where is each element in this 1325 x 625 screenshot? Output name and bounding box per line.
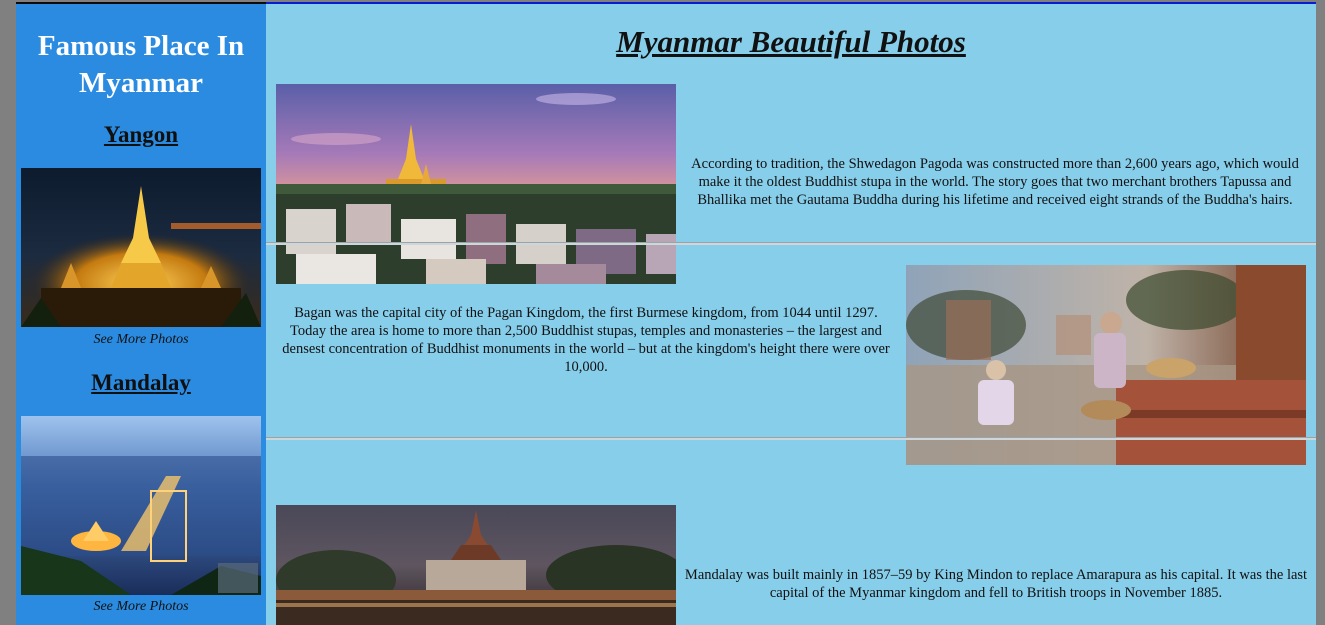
yangon-photo[interactable] bbox=[21, 168, 261, 327]
city-heading-yangon[interactable]: Yangon bbox=[16, 122, 266, 148]
mandalay-palace-photo bbox=[276, 505, 676, 625]
sidebar: Famous Place In Myanmar Yangon See More … bbox=[16, 4, 266, 625]
city-heading-mandalay[interactable]: Mandalay bbox=[16, 370, 266, 396]
bagan-description: Bagan was the capital city of the Pagan … bbox=[282, 305, 890, 375]
mandalay-photo[interactable] bbox=[21, 416, 261, 595]
divider bbox=[266, 242, 1316, 245]
shwedagon-description: According to tradition, the Shwedagon Pa… bbox=[691, 156, 1299, 208]
shwedagon-photo bbox=[276, 84, 676, 284]
divider bbox=[266, 437, 1316, 440]
see-more-yangon-link[interactable]: See More Photos bbox=[16, 332, 266, 348]
see-more-mandalay-link[interactable]: See More Photos bbox=[16, 599, 266, 615]
main-title: Myanmar Beautiful Photos bbox=[616, 24, 966, 59]
main-content: Myanmar Beautiful Photos According to tr… bbox=[266, 4, 1316, 625]
bagan-photo bbox=[906, 265, 1306, 465]
sidebar-title: Famous Place In Myanmar bbox=[37, 30, 245, 99]
mandalay-description: Mandalay was built mainly in 1857–59 by … bbox=[684, 567, 1308, 601]
page-scrollbar[interactable] bbox=[1316, 0, 1325, 625]
